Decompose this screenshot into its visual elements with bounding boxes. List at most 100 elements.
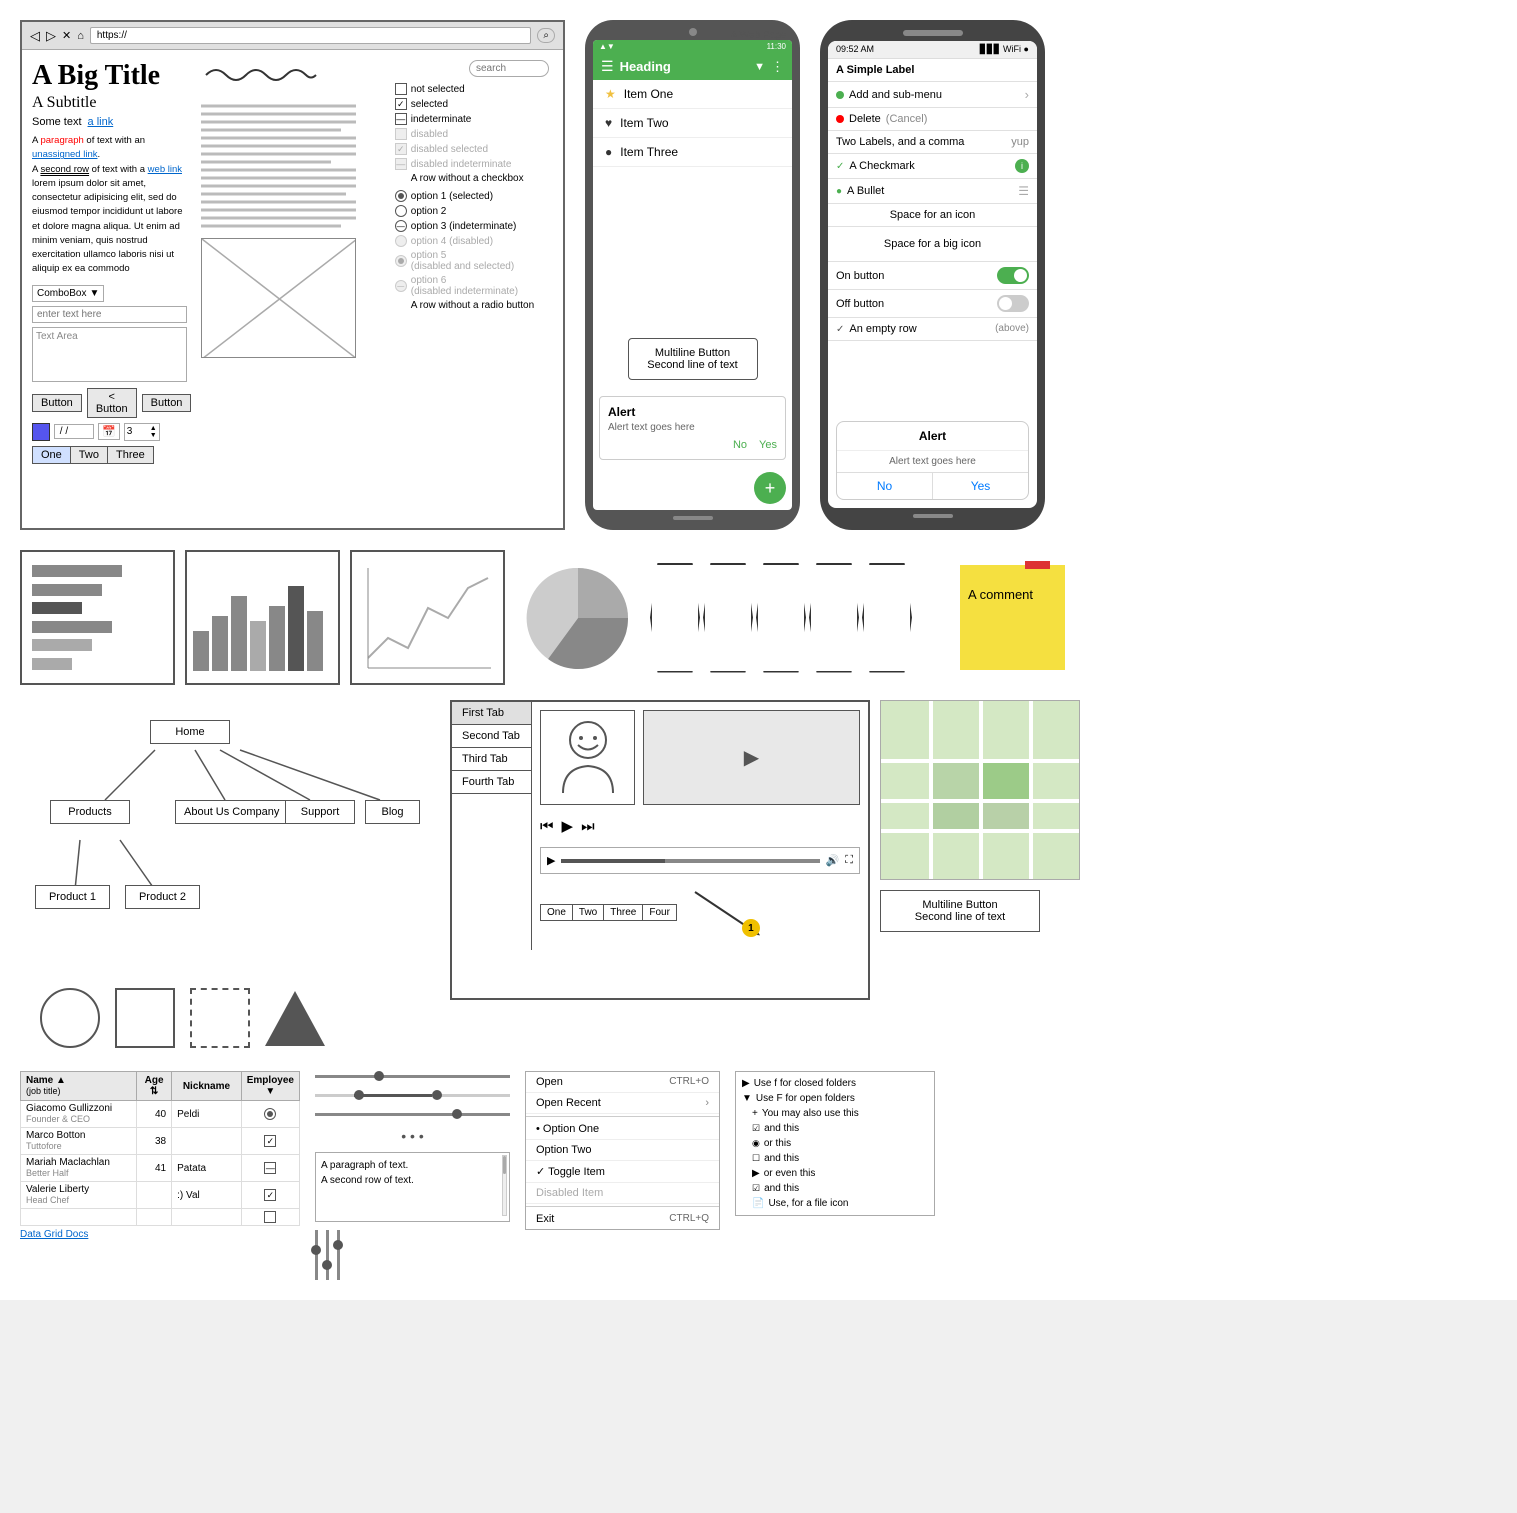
web-calendar-icon[interactable]: 📅 bbox=[98, 423, 120, 440]
pie-chart bbox=[515, 550, 640, 685]
android-fab[interactable]: + bbox=[754, 472, 786, 504]
web-url-input[interactable] bbox=[90, 27, 532, 44]
web-nav-forward[interactable]: ▷ bbox=[46, 28, 56, 44]
fullscreen-icon[interactable]: ⛶ bbox=[845, 854, 853, 867]
web-search-btn[interactable]: ⌕ bbox=[537, 28, 555, 43]
web-nav-home[interactable]: ⌂ bbox=[77, 30, 84, 42]
menu-open[interactable]: OpenCTRL+O bbox=[526, 1072, 719, 1093]
web-button-back[interactable]: < Button bbox=[87, 388, 137, 418]
android-multiline-btn[interactable]: Multiline Button Second line of text bbox=[628, 338, 758, 380]
android-dropdown-icon[interactable]: ▼ bbox=[754, 61, 765, 73]
ios-toggle-on[interactable] bbox=[997, 267, 1029, 284]
mini-tab-three[interactable]: Three bbox=[604, 904, 643, 921]
video-area: ▶ bbox=[643, 710, 860, 805]
web-date-input[interactable] bbox=[54, 424, 94, 439]
ios-checkmark-item[interactable]: ✓ A Checkmark i bbox=[828, 154, 1037, 179]
tab-first[interactable]: First Tab bbox=[452, 702, 531, 725]
web-tab-one[interactable]: One bbox=[32, 446, 71, 464]
web-link[interactable]: a link bbox=[88, 116, 114, 128]
mini-tab-one[interactable]: One bbox=[540, 904, 573, 921]
mini-tab-two[interactable]: Two bbox=[573, 904, 604, 921]
shape-triangle bbox=[265, 991, 325, 1046]
slider-3[interactable] bbox=[315, 1109, 510, 1120]
menu-open-recent[interactable]: Open Recent› bbox=[526, 1093, 719, 1114]
android-item-1[interactable]: ★ Item One bbox=[593, 80, 792, 109]
ios-add-submenu[interactable]: Add and sub-menu › bbox=[828, 82, 1037, 108]
scroll-thumb bbox=[503, 1156, 506, 1174]
android-more-icon[interactable]: ⋮ bbox=[771, 59, 784, 75]
play-pause-icon[interactable]: ▶ bbox=[562, 817, 574, 835]
menu-option-one[interactable]: • Option One bbox=[526, 1119, 719, 1140]
android-screen: ▲▼ 11:30 ☰ Heading ▼ ⋮ ★ Item One ♥ It bbox=[593, 40, 792, 510]
cb-not-selected: not selected bbox=[395, 83, 549, 95]
android-alert-yes[interactable]: Yes bbox=[759, 439, 777, 451]
vslider-3[interactable] bbox=[337, 1230, 340, 1280]
bar-chart-vertical bbox=[185, 550, 340, 685]
vslider-2[interactable] bbox=[326, 1230, 329, 1280]
video-progress-area: ▶ 🔊 ⛶ bbox=[540, 847, 860, 874]
web-spinner[interactable]: 3▲▼ bbox=[124, 423, 160, 441]
folder-open-icon: ▼ bbox=[742, 1093, 752, 1104]
android-heart-icon: ♥ bbox=[605, 116, 612, 130]
web-search-input[interactable] bbox=[469, 60, 549, 77]
web-text-input[interactable] bbox=[32, 306, 187, 323]
menu-exit[interactable]: ExitCTRL+Q bbox=[526, 1209, 719, 1229]
rewind-icon[interactable]: ⏮ bbox=[540, 818, 554, 835]
web-title-bar: ◁ ▷ ✕ ⌂ ⌕ A Web Page bbox=[22, 22, 563, 50]
cb-indeterminate: — indeterminate bbox=[395, 113, 549, 125]
android-menu-icon[interactable]: ☰ bbox=[601, 58, 614, 75]
ios-delete-item[interactable]: Delete (Cancel) bbox=[828, 108, 1037, 131]
web-nav-reload[interactable]: ✕ bbox=[62, 29, 71, 42]
ios-phone: 09:52 AM ▊▊▊ WiFi ● A Simple Label Add a… bbox=[820, 20, 1045, 530]
video-progress-bar[interactable] bbox=[561, 859, 819, 863]
ios-chevron-right: › bbox=[1025, 87, 1029, 102]
vslider-1[interactable] bbox=[315, 1230, 318, 1280]
col-nickname-header[interactable]: Nickname bbox=[172, 1072, 242, 1101]
ios-alert-no-btn[interactable]: No bbox=[837, 473, 933, 499]
tab-second[interactable]: Second Tab bbox=[452, 725, 531, 748]
table-row bbox=[21, 1209, 300, 1226]
ios-simple-label: A Simple Label bbox=[828, 59, 1037, 82]
web-nav-back[interactable]: ◁ bbox=[30, 28, 40, 44]
col-age-header[interactable]: Age ⇅ bbox=[137, 1072, 172, 1101]
web-button-3[interactable]: Button bbox=[142, 394, 192, 412]
video-play-icon[interactable]: ▶ bbox=[547, 854, 555, 867]
mini-tab-four[interactable]: Four bbox=[643, 904, 677, 921]
cb-selected: ✓ selected bbox=[395, 98, 549, 110]
ios-on-label: On button bbox=[836, 270, 884, 282]
volume-icon[interactable]: 🔊 bbox=[826, 854, 840, 867]
web-color-picker[interactable] bbox=[32, 423, 50, 441]
web-tab-two[interactable]: Two bbox=[71, 446, 108, 464]
fast-forward-icon[interactable]: ⏭ bbox=[581, 818, 595, 835]
scroll-bar-track[interactable] bbox=[502, 1155, 507, 1216]
web-checkbox-area: not selected ✓ selected — indeterminate … bbox=[391, 60, 553, 464]
col-employee-header[interactable]: Employee ▼ bbox=[241, 1072, 299, 1101]
file-item-1: ▶ Use f for closed folders bbox=[742, 1076, 928, 1091]
slider-1[interactable] bbox=[315, 1071, 510, 1082]
radio-selected: option 1 (selected) bbox=[395, 190, 549, 202]
android-heading: Heading bbox=[620, 59, 749, 74]
ios-info-icon[interactable]: i bbox=[1015, 159, 1029, 173]
ios-alert-yes-btn[interactable]: Yes bbox=[933, 473, 1028, 499]
web-button-1[interactable]: Button bbox=[32, 394, 82, 412]
sitemap-support: Support bbox=[285, 800, 355, 824]
android-item-3[interactable]: ● Item Three bbox=[593, 138, 792, 167]
menu-separator-1 bbox=[526, 1116, 719, 1117]
tab-third[interactable]: Third Tab bbox=[452, 748, 531, 771]
slider-2[interactable] bbox=[315, 1090, 510, 1101]
menu-toggle-item[interactable]: ✓ Toggle Item bbox=[526, 1161, 719, 1183]
col-name-header[interactable]: Name ▲ (job title) bbox=[21, 1072, 137, 1101]
file-item-6: ☐ and this bbox=[752, 1151, 928, 1166]
web-paragraph: A paragraph of text with an unassigned l… bbox=[32, 134, 191, 277]
android-item-2[interactable]: ♥ Item Two bbox=[593, 109, 792, 138]
multiline-button-bottom[interactable]: Multiline Button Second line of text bbox=[880, 890, 1040, 932]
web-tab-three[interactable]: Three bbox=[108, 446, 154, 464]
ios-toggle-off[interactable] bbox=[997, 295, 1029, 312]
tab-fourth[interactable]: Fourth Tab bbox=[452, 771, 531, 794]
android-alert-no[interactable]: No bbox=[733, 439, 747, 451]
ios-bullet-item[interactable]: ● A Bullet ☰ bbox=[828, 179, 1037, 204]
menu-option-two[interactable]: Option Two bbox=[526, 1140, 719, 1161]
web-combobox[interactable]: ComboBox▼ bbox=[32, 285, 104, 302]
data-table-docs-link[interactable]: Data Grid Docs bbox=[20, 1229, 300, 1240]
shape-rectangle bbox=[115, 988, 175, 1048]
